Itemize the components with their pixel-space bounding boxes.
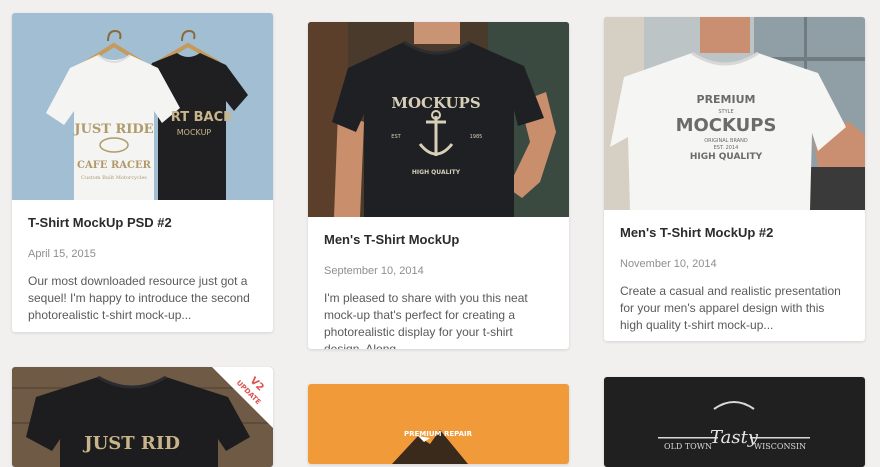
post-date: April 15, 2015 bbox=[28, 248, 96, 260]
badge-photo-orange: PREMIUM REPAIR bbox=[308, 384, 569, 464]
post-thumbnail[interactable]: JUST RIDE CAFE RACER Custom Built Motorc… bbox=[12, 13, 273, 200]
shirt-back-line2: MOCKUP bbox=[177, 128, 212, 137]
post-card[interactable]: PREMIUM REPAIR bbox=[308, 384, 569, 464]
post-title[interactable]: Men's T-Shirt MockUp #2 bbox=[620, 224, 849, 242]
post-thumbnail[interactable]: PREMIUM REPAIR bbox=[308, 384, 569, 464]
post-excerpt: Create a casual and realistic presentati… bbox=[620, 284, 841, 332]
post-title[interactable]: T-Shirt MockUp PSD #2 bbox=[28, 214, 257, 232]
post-card[interactable]: OLD TOWN Tasty WISCONSIN bbox=[604, 377, 865, 467]
tshirt-photo-man-black: MOCKUPS EST 1985 HIGH QUALITY bbox=[308, 22, 569, 217]
tshirt-photo-hanging: JUST RIDE CAFE RACER Custom Built Motorc… bbox=[12, 13, 273, 200]
shirt-front-line3: Custom Built Motorcycles bbox=[81, 175, 147, 181]
shirt-back-line1: RT BACK bbox=[171, 110, 234, 125]
post-thumbnail[interactable]: MOCKUPS EST 1985 HIGH QUALITY bbox=[308, 22, 569, 217]
post-card[interactable]: PREMIUM STYLE MOCKUPS ORIGINAL BRAND EST… bbox=[604, 17, 865, 341]
post-card[interactable]: JUST RID V2 UPDATE bbox=[12, 367, 273, 467]
post-title[interactable]: Men's T-Shirt MockUp bbox=[324, 231, 553, 249]
shirt-line1: PREMIUM bbox=[697, 93, 756, 106]
shirt-front-line1: JUST RIDE bbox=[73, 122, 153, 137]
tshirt-photo-man-white: PREMIUM STYLE MOCKUPS ORIGINAL BRAND EST… bbox=[604, 17, 865, 210]
post-excerpt: I'm pleased to share with you this neat … bbox=[324, 291, 528, 349]
post-date: September 10, 2014 bbox=[324, 265, 424, 277]
badge-script-text: Tasty bbox=[710, 427, 759, 448]
shirt-text: JUST RID bbox=[82, 433, 180, 454]
shirt-line5: EST. 2014 bbox=[714, 145, 739, 151]
badge-text: PREMIUM REPAIR bbox=[404, 430, 473, 438]
post-thumbnail[interactable]: JUST RID V2 UPDATE bbox=[12, 367, 273, 467]
post-card[interactable]: MOCKUPS EST 1985 HIGH QUALITY Men's T-Sh… bbox=[308, 22, 569, 349]
shirt-line1: MOCKUPS bbox=[391, 94, 480, 112]
post-date: November 10, 2014 bbox=[620, 258, 717, 270]
post-thumbnail[interactable]: OLD TOWN Tasty WISCONSIN bbox=[604, 377, 865, 467]
shirt-line2: HIGH QUALITY bbox=[412, 169, 461, 176]
post-thumbnail[interactable]: PREMIUM STYLE MOCKUPS ORIGINAL BRAND EST… bbox=[604, 17, 865, 210]
badge-photo-dark: OLD TOWN Tasty WISCONSIN bbox=[604, 377, 865, 467]
shirt-front-line2: CAFE RACER bbox=[77, 160, 152, 171]
post-excerpt: Our most downloaded resource just got a … bbox=[28, 274, 250, 322]
shirt-line3: MOCKUPS bbox=[676, 115, 777, 136]
shirt-est: EST bbox=[391, 134, 401, 140]
shirt-line6: HIGH QUALITY bbox=[690, 152, 763, 162]
tshirt-photo-wood: JUST RID V2 UPDATE bbox=[12, 367, 273, 467]
post-card[interactable]: JUST RIDE CAFE RACER Custom Built Motorc… bbox=[12, 13, 273, 332]
shirt-year: 1985 bbox=[470, 134, 483, 140]
shirt-line4: ORIGINAL BRAND bbox=[704, 138, 748, 144]
